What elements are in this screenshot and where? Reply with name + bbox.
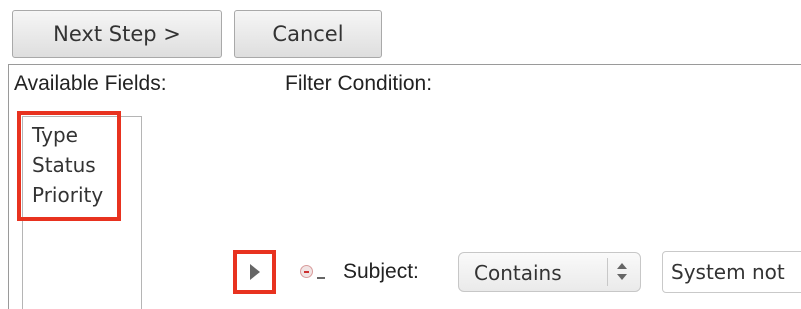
panel-border-left — [8, 64, 9, 309]
subject-label: Subject: — [343, 260, 419, 283]
available-fields-label: Available Fields: — [14, 72, 167, 95]
condition-value-input[interactable]: System not — [662, 251, 801, 293]
expand-condition-button[interactable] — [233, 250, 276, 294]
select-divider — [607, 258, 608, 286]
panel-border-top — [8, 64, 801, 65]
field-item-priority[interactable]: Priority — [32, 183, 103, 207]
next-step-button[interactable]: Next Step > — [12, 10, 222, 58]
chevron-up-icon — [617, 263, 627, 269]
operator-selected-value: Contains — [474, 261, 562, 285]
triangle-right-icon — [249, 264, 260, 280]
field-item-status[interactable]: Status — [32, 153, 96, 177]
operator-select[interactable]: Contains — [458, 252, 641, 292]
chevron-down-icon — [617, 274, 627, 280]
field-item-type[interactable]: Type — [32, 123, 78, 147]
remove-underline — [317, 277, 325, 279]
cancel-button[interactable]: Cancel — [234, 10, 382, 58]
remove-circle-icon[interactable] — [300, 265, 313, 278]
toolbar: Next Step > Cancel — [0, 0, 801, 64]
filter-condition-label: Filter Condition: — [285, 72, 433, 95]
select-arrows-icon — [615, 260, 629, 284]
